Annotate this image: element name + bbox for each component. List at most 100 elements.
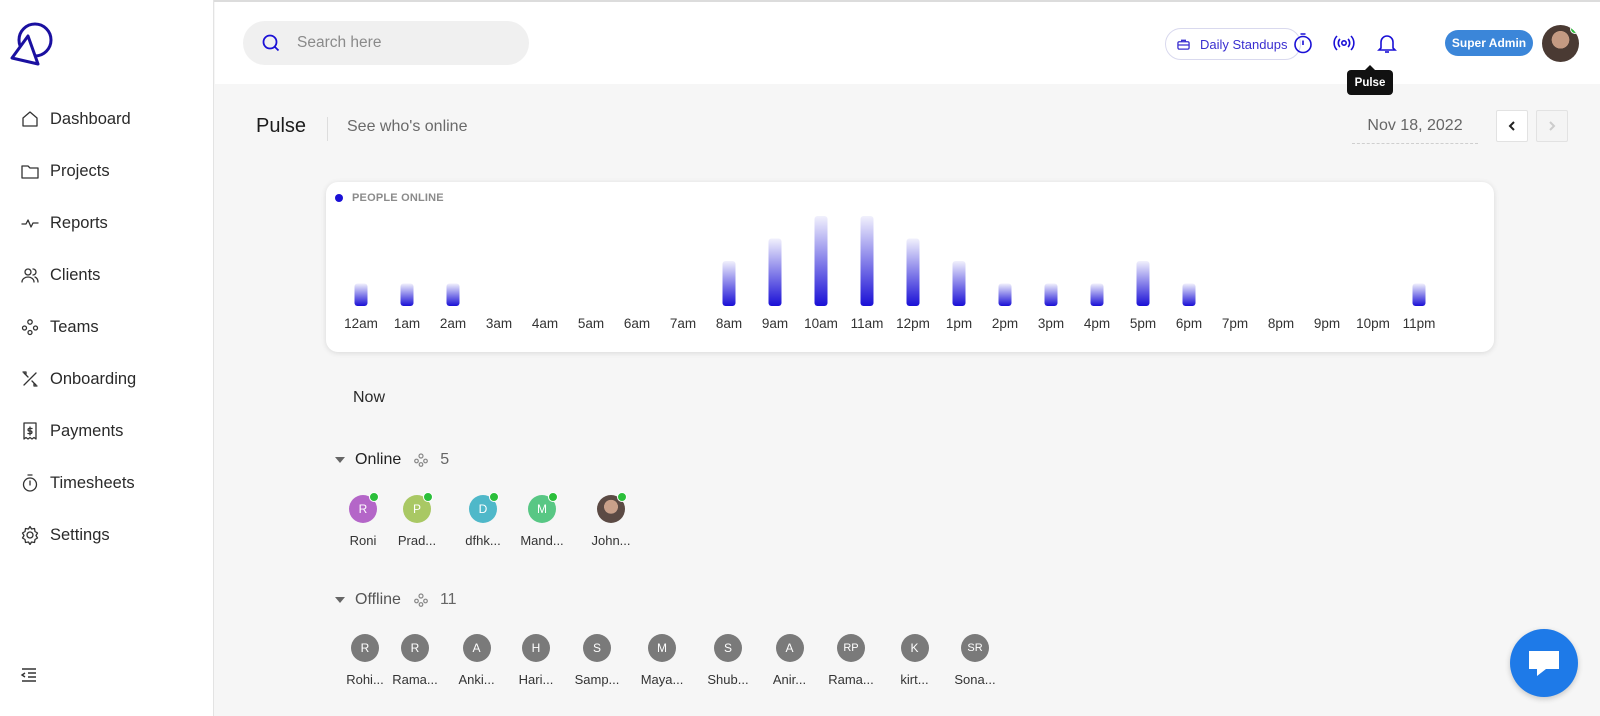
sidebar-item-teams[interactable]: Teams: [0, 301, 214, 353]
sidebar-item-label: Projects: [50, 161, 110, 180]
tick-label-10pm: 10pm: [1356, 316, 1390, 331]
daily-standups-label: Daily Standups: [1200, 36, 1288, 52]
bar-2pm[interactable]: [998, 283, 1012, 307]
online-group-header[interactable]: Online 5: [335, 451, 449, 469]
person-name: Rohi...: [346, 672, 384, 687]
online-person[interactable]: Ddfhk...: [454, 492, 512, 548]
bar-2am[interactable]: [446, 283, 460, 307]
person-name: Anki...: [458, 672, 495, 687]
user-avatar[interactable]: [1542, 25, 1579, 62]
bar-5pm[interactable]: [1136, 261, 1150, 306]
offline-person[interactable]: R Rama...: [384, 634, 446, 687]
date-picker[interactable]: Nov 18, 2022: [1352, 110, 1478, 144]
prev-day-button[interactable]: [1496, 110, 1528, 142]
person-name: Rama...: [392, 672, 438, 687]
sidebar-item-settings[interactable]: Settings: [0, 509, 214, 561]
chart-legend: PEOPLE ONLINE: [335, 192, 444, 204]
bar-8am[interactable]: [722, 261, 736, 306]
chart-svg: 12am 1am 2am 3am 4am 5am 6am 7am 8am 9am 10am 11am 1…: [344, 216, 1436, 331]
person-name: Mand...: [520, 533, 564, 548]
bar-11pm[interactable]: [1412, 283, 1426, 307]
page-subtitle: See who's online: [347, 118, 468, 135]
bar-4pm[interactable]: [1090, 283, 1104, 307]
role-badge[interactable]: Super Admin: [1445, 30, 1533, 56]
chevron-left-icon: [1508, 121, 1515, 131]
sidebar-item-timesheets[interactable]: Timesheets: [0, 457, 214, 509]
person-name: Rama...: [828, 672, 874, 687]
person-name: John...: [591, 533, 631, 548]
collapse-menu-icon[interactable]: [19, 665, 39, 685]
search-box[interactable]: [243, 21, 529, 65]
person-name: Prad...: [397, 533, 437, 548]
users-icon: [21, 268, 39, 283]
sidebar-item-clients[interactable]: Clients: [0, 249, 214, 301]
person-avatar: D: [469, 492, 499, 523]
sidebar-item-reports[interactable]: Reports: [0, 197, 214, 249]
online-status-dot: [489, 492, 499, 502]
page-title: Pulse: [256, 115, 307, 137]
offline-person[interactable]: A Anki...: [446, 634, 507, 687]
offline-person[interactable]: R Rohi...: [346, 634, 384, 687]
online-status-dot: [369, 492, 379, 502]
person-avatar: [597, 492, 627, 523]
sidebar: Dashboard Projects Reports Clients Teams Onbo…: [0, 0, 214, 716]
sidebar-item-label: Settings: [50, 525, 110, 544]
search-input[interactable]: [297, 34, 497, 52]
offline-group-header[interactable]: Offline 11: [335, 591, 457, 609]
daily-standups-button[interactable]: Daily Standups: [1165, 28, 1301, 60]
tick-label-9am: 9am: [762, 316, 788, 331]
person-avatar: M: [648, 634, 676, 662]
offline-person[interactable]: S Shub...: [695, 634, 761, 687]
notification-bell-icon[interactable]: [1375, 31, 1399, 55]
tick-label-1pm: 1pm: [946, 316, 972, 331]
tick-label-11pm: 11pm: [1403, 316, 1436, 331]
offline-person[interactable]: H Hari...: [507, 634, 565, 687]
chat-button[interactable]: [1510, 629, 1578, 697]
next-day-button[interactable]: [1536, 110, 1568, 142]
person-avatar: K: [900, 634, 929, 662]
sidebar-item-payments[interactable]: Payments: [0, 405, 214, 457]
online-person[interactable]: M Mand...: [512, 492, 572, 548]
person-avatar: R: [351, 634, 379, 662]
bar-1am[interactable]: [400, 283, 414, 307]
tick-label-3pm: 3pm: [1038, 316, 1064, 331]
online-person[interactable]: John...: [572, 492, 650, 548]
caret-down-icon: [335, 597, 345, 603]
sidebar-item-dashboard[interactable]: Dashboard: [0, 93, 214, 145]
bar-12am[interactable]: [354, 283, 368, 307]
online-count: 5: [440, 451, 450, 468]
offline-person[interactable]: A Anir...: [761, 634, 818, 687]
stopwatch-icon: [22, 474, 38, 492]
bar-6pm[interactable]: [1182, 283, 1196, 307]
title-divider: [327, 117, 328, 141]
person-name: Anir...: [772, 672, 807, 687]
online-people-list: R Roni P Prad... Ddfhk... M Mand... John...: [346, 492, 650, 548]
offline-person[interactable]: M Maya...: [629, 634, 695, 687]
chat-bubble-icon: [1529, 651, 1559, 676]
sidebar-item-onboarding[interactable]: Onboarding: [0, 353, 214, 405]
logo-icon[interactable]: [8, 18, 56, 68]
tick-label-6am: 6am: [624, 316, 650, 331]
offline-person[interactable]: SR Sona...: [945, 634, 1005, 687]
person-name: Hari...: [518, 672, 554, 687]
online-person[interactable]: R Roni: [346, 492, 380, 548]
bar-12pm[interactable]: [906, 238, 920, 307]
sidebar-item-label: Payments: [50, 421, 124, 440]
offline-person[interactable]: Kkirt...: [884, 634, 945, 687]
bar-3pm[interactable]: [1044, 283, 1058, 307]
bar-9am[interactable]: [768, 238, 782, 307]
pulse-broadcast-icon[interactable]: [1332, 31, 1356, 55]
timer-icon[interactable]: [1291, 31, 1315, 55]
tick-label-7am: 7am: [670, 316, 696, 331]
online-person[interactable]: P Prad...: [380, 492, 454, 548]
bar-10am[interactable]: [814, 216, 828, 306]
online-status-dot: [617, 492, 627, 502]
bar-11am[interactable]: [860, 216, 874, 306]
person-name: dfhk...: [465, 533, 501, 548]
tick-label-2am: 2am: [440, 316, 466, 331]
offline-person[interactable]: S Samp...: [565, 634, 629, 687]
sidebar-item-projects[interactable]: Projects: [0, 145, 214, 197]
bar-1pm[interactable]: [952, 261, 966, 306]
offline-person[interactable]: RP Rama...: [818, 634, 884, 687]
chevron-right-icon: [1549, 121, 1556, 131]
